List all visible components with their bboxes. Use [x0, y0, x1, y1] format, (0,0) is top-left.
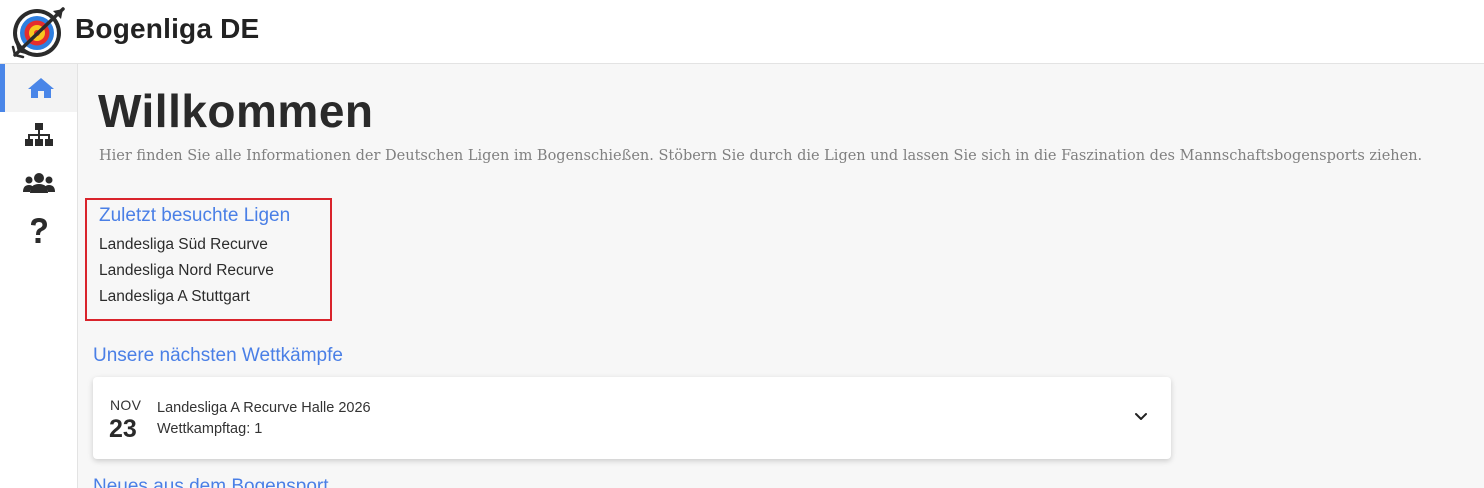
event-matchday: Wettkampftag: 1	[157, 421, 263, 437]
home-icon	[27, 76, 55, 100]
question-icon	[29, 217, 49, 245]
event-name: Landesliga A Recurve Halle 2026	[157, 400, 371, 416]
sidebar-item-hilfe[interactable]	[0, 207, 77, 255]
sidebar-item-vereine[interactable]	[0, 159, 77, 207]
event-day: 23	[109, 415, 137, 443]
intro-text: Hier finden Sie alle Informationen der D…	[99, 148, 1423, 164]
event-card[interactable]: NOV 23 Landesliga A Recurve Halle 2026 W…	[93, 377, 1171, 459]
recent-league-link[interactable]: Landesliga Süd Recurve	[99, 236, 268, 254]
recent-league-link[interactable]: Landesliga Nord Recurve	[99, 262, 274, 280]
upcoming-events-title: Unsere nächsten Wettkämpfe	[93, 345, 343, 366]
chevron-down-icon[interactable]	[1133, 409, 1149, 425]
recent-league-link[interactable]: Landesliga A Stuttgart	[99, 288, 250, 306]
sitemap-icon	[24, 122, 54, 148]
recent-leagues-title: Zuletzt besuchte Ligen	[99, 205, 291, 226]
archery-target-logo[interactable]	[11, 3, 69, 59]
top-bar: Bogenliga DE	[0, 0, 1484, 64]
event-month: NOV	[110, 397, 142, 413]
users-icon	[22, 171, 55, 195]
sidebar-item-home[interactable]	[0, 64, 77, 112]
sidebar	[0, 64, 78, 488]
app-title[interactable]: Bogenliga DE	[75, 13, 259, 45]
sidebar-item-ligen[interactable]	[0, 111, 77, 159]
recent-leagues-box: Zuletzt besuchte Ligen Landesliga Süd Re…	[85, 198, 332, 321]
page-title: Willkommen	[98, 85, 374, 137]
news-section-title: Neues aus dem Bogensport	[93, 476, 329, 488]
main-content: Willkommen Hier finden Sie alle Informat…	[78, 64, 1484, 488]
